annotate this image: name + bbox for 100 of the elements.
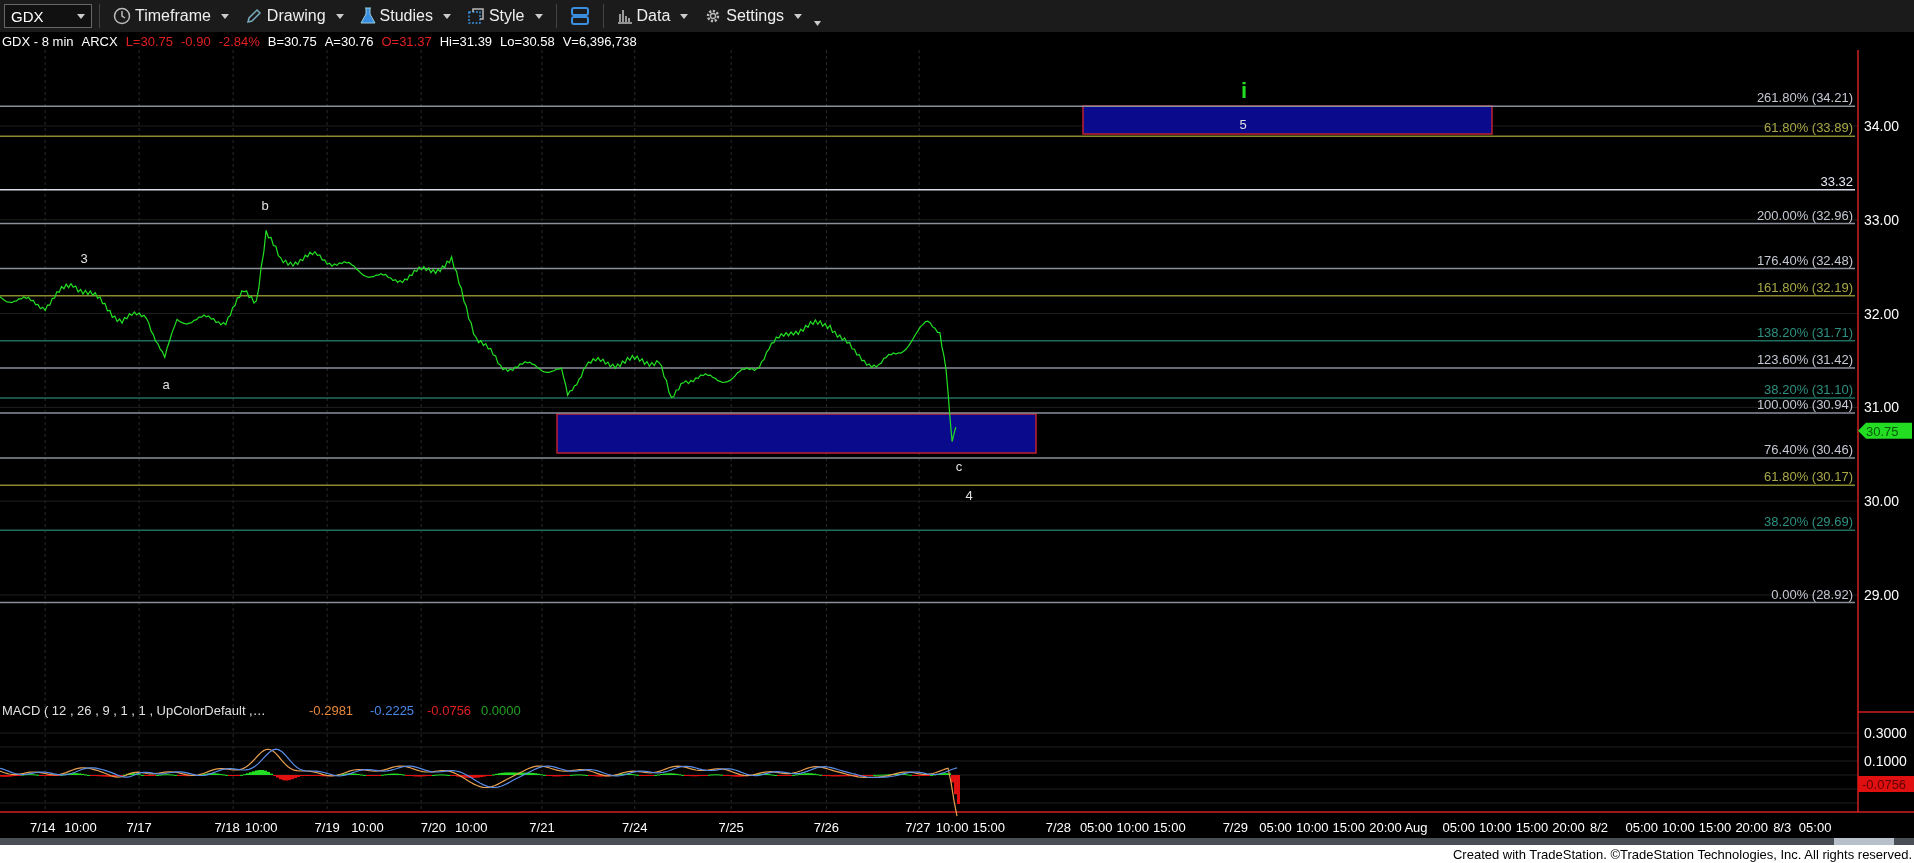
toolbar-button[interactable]: Studies bbox=[353, 5, 457, 27]
fib-label: 0.00% (28.92) bbox=[1771, 586, 1853, 602]
macd-value: -0.2981 bbox=[309, 703, 354, 718]
price-axis-label: 33.00 bbox=[1864, 211, 1900, 228]
time-axis-label: 10:00 bbox=[935, 820, 969, 835]
time-axis-label: 10:00 bbox=[1662, 820, 1695, 835]
fib-label: 76.40% (30.46) bbox=[1764, 442, 1853, 458]
macd-value: -0.0756 bbox=[427, 703, 472, 718]
time-axis-label: 20:00 bbox=[1735, 820, 1768, 835]
flask-icon bbox=[359, 7, 376, 25]
macd-label: MACD ( 12 , 26 , 9 , 1 , 1 , UpColorDefault ,… bbox=[2, 703, 266, 718]
time-axis-label: 15:00 bbox=[972, 820, 1005, 835]
quote-field: A=30.76 bbox=[324, 33, 374, 49]
wave-label: 3 bbox=[80, 251, 88, 267]
quote-field: Lo=30.58 bbox=[500, 33, 555, 49]
fib-label: 176.40% (32.48) bbox=[1756, 252, 1853, 268]
time-axis-label: 8/2 bbox=[1590, 820, 1609, 835]
time-axis-label: 10:00 bbox=[64, 820, 97, 835]
quote-field: GDX - 8 min bbox=[2, 33, 74, 49]
time-axis-label: 7/19 bbox=[314, 820, 340, 835]
quote-field: L=30.75 bbox=[125, 33, 173, 49]
time-axis-label: 05:00 bbox=[1625, 820, 1659, 835]
clock-icon bbox=[113, 7, 131, 25]
toolbar-button[interactable]: Style bbox=[460, 5, 549, 27]
quote-field: B=30.75 bbox=[267, 33, 317, 49]
macd-axis-label: 0.3000 bbox=[1864, 725, 1907, 741]
fib-label: 61.80% (33.89) bbox=[1764, 120, 1853, 136]
quote-field: -0.90 bbox=[181, 33, 211, 49]
quote-field: ARCX bbox=[81, 33, 118, 49]
quote-field: -2.84% bbox=[218, 33, 260, 49]
scroll-thumb[interactable] bbox=[1834, 838, 1894, 845]
time-axis-label: 15:00 bbox=[1332, 820, 1366, 835]
price-axis-label: 32.00 bbox=[1864, 305, 1900, 322]
quote-field: Hi=31.39 bbox=[439, 33, 493, 49]
scroll-bar[interactable] bbox=[0, 838, 1914, 845]
time-axis-label: 7/21 bbox=[529, 820, 555, 835]
time-axis-label: 10:00 bbox=[1295, 820, 1329, 835]
time-axis-label: 7/14 bbox=[30, 820, 56, 835]
fib-label: 33.32 bbox=[1820, 173, 1853, 189]
time-axis-label: 7/26 bbox=[813, 820, 840, 835]
wave-label: 5 bbox=[1239, 117, 1247, 133]
macd-axis-label: 0.1000 bbox=[1864, 753, 1907, 769]
fib-label: 61.80% (30.17) bbox=[1764, 469, 1853, 485]
macd-value-badge: -0.0756 bbox=[1858, 776, 1914, 792]
symbol-field[interactable]: GDX bbox=[4, 4, 92, 28]
quote-field: V=6,396,738 bbox=[562, 33, 637, 49]
price-axis-label: 31.00 bbox=[1864, 399, 1900, 416]
wave-label: c bbox=[955, 459, 963, 475]
time-axis-label: 10:00 bbox=[454, 820, 488, 835]
time-axis-label: 15:00 bbox=[1515, 820, 1549, 835]
pencil-icon bbox=[244, 7, 263, 25]
time-axis-label: 7/27 bbox=[905, 820, 931, 835]
fib-label: 100.00% (30.94) bbox=[1756, 397, 1853, 413]
toolbar-button[interactable]: Timeframe bbox=[107, 5, 235, 27]
time-axis-label: Aug bbox=[1404, 820, 1428, 835]
time-axis-label: 7/29 bbox=[1222, 820, 1248, 835]
toolbar-button[interactable]: Data bbox=[610, 5, 695, 27]
wave-label: 4 bbox=[965, 488, 973, 504]
caret-icon bbox=[77, 13, 85, 19]
time-axis-label: 10:00 bbox=[244, 820, 278, 835]
time-axis-label: 20:00 bbox=[1369, 820, 1402, 835]
time-axis-label: 15:00 bbox=[1698, 820, 1732, 835]
caret-icon[interactable] bbox=[814, 20, 822, 26]
fib-label: 138.20% (31.71) bbox=[1756, 324, 1853, 340]
square-icon bbox=[466, 7, 485, 25]
time-axis-label: 05:00 bbox=[1442, 820, 1475, 835]
fib-label: 161.80% (32.19) bbox=[1756, 279, 1853, 295]
wave-label: a bbox=[162, 377, 170, 393]
time-axis-label: 7/18 bbox=[214, 820, 240, 835]
price-axis-label: 34.00 bbox=[1864, 118, 1900, 134]
fib-label: 38.20% (29.69) bbox=[1764, 514, 1853, 530]
price-axis-label: 29.00 bbox=[1864, 587, 1900, 603]
fib-label: 123.60% (31.42) bbox=[1756, 352, 1853, 367]
price-axis-label: 30.00 bbox=[1864, 493, 1900, 510]
time-axis-label: 05:00 bbox=[1259, 820, 1292, 835]
time-axis-label: 10:00 bbox=[1116, 820, 1150, 835]
time-axis-label: 15:00 bbox=[1153, 820, 1186, 835]
time-axis-label: 7/25 bbox=[718, 820, 744, 835]
time-axis-label: 8/3 bbox=[1773, 820, 1792, 835]
toolbar-button[interactable]: Settings bbox=[698, 5, 809, 27]
layout-icon bbox=[569, 6, 590, 26]
fib-label: 200.00% (32.96) bbox=[1756, 207, 1853, 223]
time-axis-label: 05:00 bbox=[1798, 820, 1832, 835]
wave-label: i bbox=[1240, 77, 1248, 103]
time-axis-label: 7/17 bbox=[126, 820, 152, 835]
last-price-badge: 30.75 bbox=[1858, 422, 1912, 439]
time-axis-label: 05:00 bbox=[1079, 820, 1113, 835]
time-axis-label: 7/20 bbox=[420, 820, 446, 835]
time-axis-label: 7/24 bbox=[622, 820, 648, 835]
time-axis-label: 20:00 bbox=[1552, 820, 1585, 835]
bar-chart-icon bbox=[616, 8, 633, 24]
macd-value: -0.2225 bbox=[370, 703, 415, 718]
time-axis-label: 10:00 bbox=[1479, 820, 1512, 835]
toolbar-button[interactable]: Drawing bbox=[238, 5, 350, 27]
fib-label: 38.20% (31.10) bbox=[1764, 382, 1853, 397]
time-axis-label: 7/28 bbox=[1045, 820, 1071, 835]
fib-label: 261.80% (34.21) bbox=[1756, 90, 1853, 106]
macd-value: 0.0000 bbox=[481, 703, 521, 718]
wave-label: b bbox=[261, 198, 269, 214]
quote-field: O=31.37 bbox=[381, 33, 432, 49]
